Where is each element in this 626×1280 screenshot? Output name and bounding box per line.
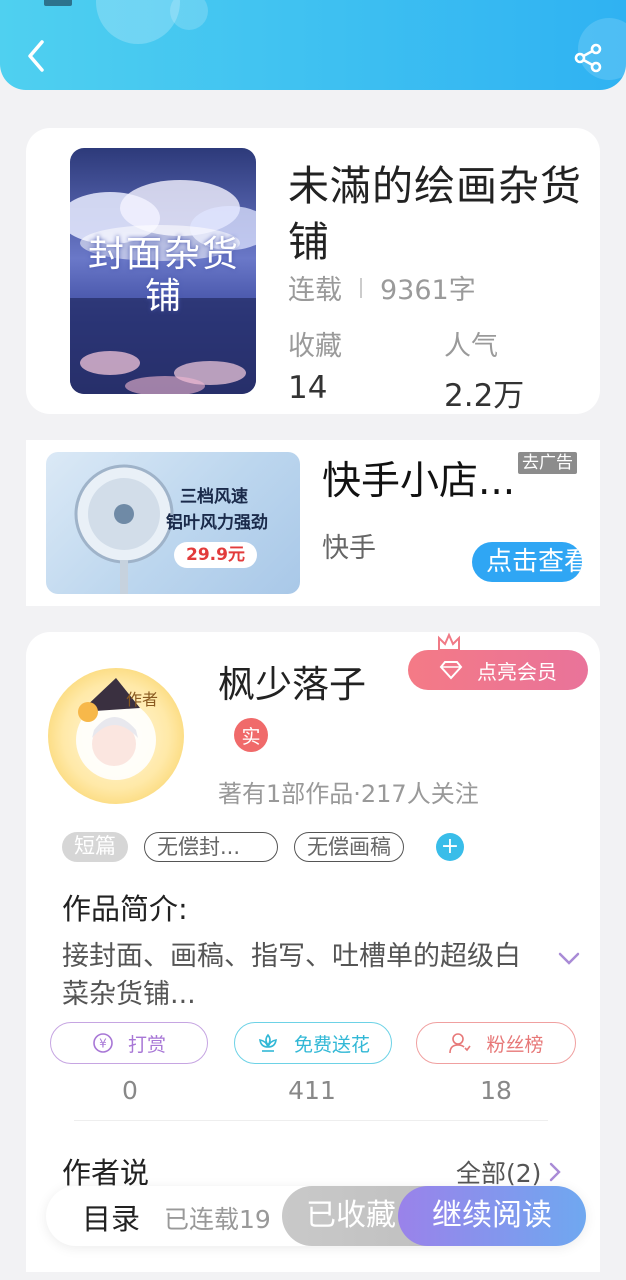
popularity-label: 人气 — [444, 331, 498, 362]
book-title: 未滿的绘画杂货铺 — [288, 162, 582, 266]
ad-image[interactable]: 三档风速 铝叶风力强劲 29.9元 — [46, 452, 300, 594]
book-cover-text: 封面杂货铺 — [87, 234, 240, 317]
flower-label: 免费送花 — [293, 1033, 370, 1056]
light-up-vip-button[interactable]: 点亮会员 — [408, 650, 588, 690]
remove-ad-button[interactable]: 去广告 — [518, 452, 577, 474]
battery-icon — [44, 0, 72, 6]
ad-source: 快手 — [322, 533, 376, 564]
yen-icon: ¥ — [93, 1033, 113, 1053]
bottom-action-bar: 目录 已连载19 已收藏 继续阅读 — [46, 1186, 586, 1246]
ad-banner[interactable]: 三档风速 铝叶风力强劲 29.9元 快手小店... 快手 去广告 点击查看 — [26, 440, 600, 606]
fans-ranking-button[interactable]: 粉丝榜 — [416, 1022, 576, 1064]
favorites-label: 收藏 — [288, 331, 342, 362]
tag-item[interactable]: 短篇 — [62, 832, 128, 862]
tag-list: 短篇 无偿封... 无偿画稿 + — [62, 832, 464, 862]
serial-status: 连载 — [288, 275, 342, 306]
tip-button[interactable]: ¥ 打赏 — [50, 1022, 208, 1064]
avatar-art — [76, 678, 156, 780]
share-button[interactable] — [568, 38, 608, 78]
tip-label: 打赏 — [127, 1033, 166, 1056]
ad-cta-button[interactable]: 点击查看 — [472, 542, 582, 582]
share-icon — [574, 43, 602, 73]
flower-icon — [259, 1033, 277, 1052]
word-count: 9361字 — [380, 275, 476, 306]
add-tag-icon[interactable]: + — [436, 833, 464, 861]
fans-count: 18 — [480, 1076, 512, 1105]
favorites-value: 14 — [288, 370, 328, 406]
decor-bubble — [96, 0, 180, 44]
book-cover[interactable]: 封面杂货铺 — [70, 148, 256, 394]
ad-image-line-1: 三档风速 — [180, 487, 248, 507]
says-all-label: 全部(2) — [456, 1159, 542, 1188]
intro-text: 接封面、画稿、指写、吐槽单的超级白菜杂货铺... — [62, 941, 521, 1010]
top-header — [0, 0, 626, 90]
decor-bubble — [170, 0, 208, 30]
tip-count: 0 — [122, 1076, 138, 1105]
flower-count: 411 — [288, 1076, 336, 1105]
book-meta: 连载 9361字 — [288, 268, 476, 307]
verified-badge: 实 — [234, 718, 268, 752]
back-button[interactable] — [18, 36, 54, 76]
author-name[interactable]: 枫少落子 — [218, 654, 366, 708]
ad-title[interactable]: 快手小店... — [322, 450, 515, 506]
chevron-right-icon — [550, 1162, 562, 1182]
continue-reading-button[interactable]: 继续阅读 — [398, 1186, 586, 1246]
author-card: 作者 枫少落子 点亮会员 实 著有1部作品·217人关注 短篇 无偿封... 无… — [26, 632, 600, 1272]
fans-label: 粉丝榜 — [486, 1033, 544, 1056]
serial-progress: 已连载19 — [164, 1205, 271, 1234]
vip-label: 点亮会员 — [477, 659, 557, 684]
section-divider — [74, 1120, 548, 1121]
meta-divider — [360, 277, 362, 298]
crown-icon — [438, 632, 460, 651]
fans-icon — [449, 1033, 472, 1054]
author-avatar[interactable]: 作者 — [48, 668, 184, 804]
avatar-label: 作者 — [126, 690, 159, 709]
remove-ad-label: 去广告 — [522, 453, 573, 473]
author-stats: 著有1部作品·217人关注 — [218, 780, 479, 808]
svg-text:¥: ¥ — [99, 1037, 107, 1051]
book-info-card: 封面杂货铺 未滿的绘画杂货铺 连载 9361字 收藏 人气 14 2.2万 — [26, 128, 600, 414]
chevron-down-icon[interactable] — [558, 952, 580, 966]
ad-image-line-2: 铝叶风力强劲 — [166, 513, 268, 533]
tag-item[interactable]: 无偿画稿 — [294, 832, 404, 862]
ad-image-price: 29.9元 — [174, 542, 257, 568]
popularity-value: 2.2万 — [444, 378, 525, 414]
tag-item[interactable]: 无偿封... — [144, 832, 278, 862]
diamond-icon — [439, 661, 463, 680]
send-flower-button[interactable]: 免费送花 — [234, 1022, 392, 1064]
chevron-left-icon — [28, 40, 44, 72]
intro-label: 作品简介: — [62, 892, 188, 926]
toc-button[interactable]: 目录 — [82, 1196, 140, 1238]
author-says-all-link[interactable]: 全部(2) — [456, 1154, 562, 1190]
